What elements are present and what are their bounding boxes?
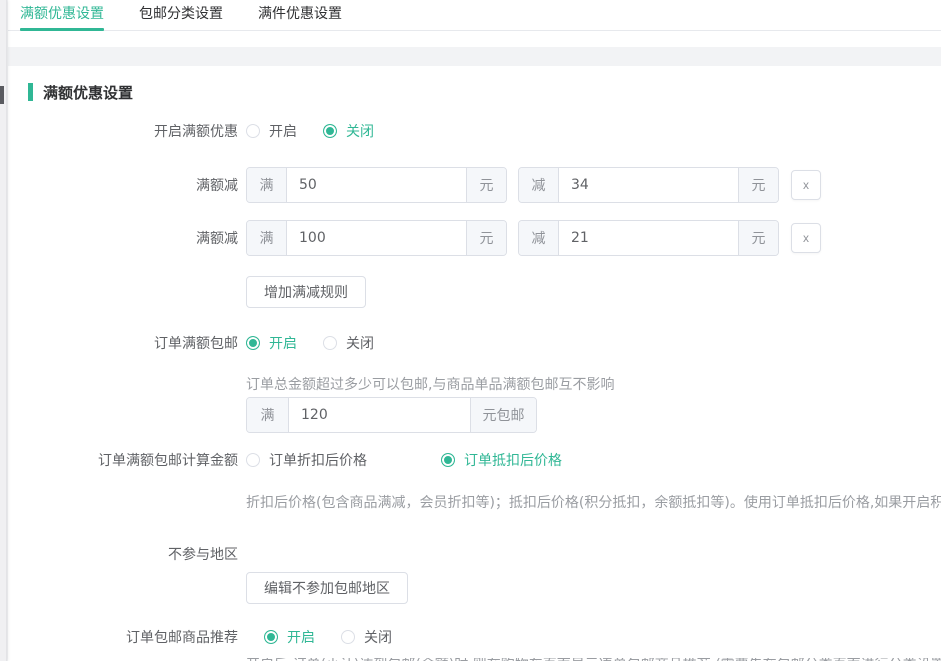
order-free-shipping-row: 订单满额包邮 开启 关闭 bbox=[8, 329, 941, 357]
calc-discounted-price-radio[interactable]: 订单折扣后价格 bbox=[246, 450, 367, 470]
recommend-on-radio[interactable]: 开启 bbox=[264, 627, 315, 647]
calc-amount-row: 订单满额包邮计算金额 订单折扣后价格 订单抵扣后价格 bbox=[8, 446, 941, 474]
section-title: 满额优惠设置 bbox=[28, 83, 941, 101]
rule-discount-input[interactable] bbox=[559, 221, 738, 255]
page-gap bbox=[8, 47, 941, 66]
recommend-off-radio[interactable]: 关闭 bbox=[341, 627, 392, 647]
calc-amount-label: 订单满额包邮计算金额 bbox=[8, 450, 238, 470]
rule-label: 满额减 bbox=[8, 175, 238, 195]
tabs-header: 满额优惠设置 包邮分类设置 满件优惠设置 bbox=[8, 0, 941, 47]
calc-amount-tip-row: 折扣后价格(包含商品满减，会员折扣等)；抵扣后价格(积分抵扣，余额抵扣等)。使用… bbox=[8, 492, 941, 512]
settings-panel: 满额优惠设置 开启满额优惠 开启 关闭 满额减 满 bbox=[8, 66, 941, 661]
order-free-shipping-tip: 订单总金额超过多少可以包邮,与商品单品满额包邮互不影响 bbox=[246, 374, 614, 394]
addon-yuan: 元 bbox=[466, 168, 506, 202]
free-shipping-threshold-input[interactable] bbox=[289, 398, 470, 432]
calc-amount-tip: 折扣后价格(包含商品满减，会员折扣等)；抵扣后价格(积分抵扣，余额抵扣等)。使用… bbox=[246, 492, 941, 512]
radio-circle-icon bbox=[246, 453, 260, 467]
excluded-region-row: 不参与地区 bbox=[8, 544, 941, 564]
sidebar-edge-fragment bbox=[0, 86, 4, 104]
enable-discount-label: 开启满额优惠 bbox=[8, 121, 238, 141]
rule-threshold-group: 满 元 bbox=[246, 220, 507, 256]
excluded-region-button-row: 编辑不参加包邮地区 bbox=[8, 572, 941, 604]
calc-deducted-price-radio[interactable]: 订单抵扣后价格 bbox=[441, 450, 562, 470]
order-free-shipping-on-radio[interactable]: 开启 bbox=[246, 333, 297, 353]
rule-row: 满额减 满 元 减 元 x bbox=[8, 167, 941, 203]
remove-rule-button[interactable]: x bbox=[791, 223, 821, 253]
order-free-shipping-label: 订单满额包邮 bbox=[8, 333, 238, 353]
tab-full-amount-discount[interactable]: 满额优惠设置 bbox=[20, 7, 104, 30]
radio-circle-icon bbox=[441, 453, 455, 467]
rule-row: 满额减 满 元 减 元 x bbox=[8, 220, 941, 256]
remove-rule-button[interactable]: x bbox=[791, 170, 821, 200]
enable-discount-off-radio[interactable]: 关闭 bbox=[323, 121, 374, 141]
radio-circle-icon bbox=[323, 124, 337, 138]
excluded-region-label: 不参与地区 bbox=[8, 544, 238, 564]
tab-full-quantity-discount[interactable]: 满件优惠设置 bbox=[258, 7, 342, 30]
addon-jian: 减 bbox=[519, 221, 559, 255]
free-shipping-threshold-group: 满 元包邮 bbox=[246, 397, 537, 433]
rule-discount-input[interactable] bbox=[559, 168, 738, 202]
addon-jian: 减 bbox=[519, 168, 559, 202]
addon-man: 满 bbox=[247, 221, 287, 255]
recommend-label: 订单包邮商品推荐 bbox=[8, 627, 238, 647]
radio-circle-icon bbox=[341, 630, 355, 644]
free-shipping-threshold-row: 满 元包邮 bbox=[8, 397, 941, 433]
addon-yuan: 元 bbox=[466, 221, 506, 255]
radio-circle-icon bbox=[246, 124, 260, 138]
main-area: 满额优惠设置 包邮分类设置 满件优惠设置 满额优惠设置 开启满额优惠 开启 关闭 bbox=[8, 0, 941, 661]
tab-free-shipping-category[interactable]: 包邮分类设置 bbox=[139, 7, 223, 30]
radio-circle-icon bbox=[264, 630, 278, 644]
addon-yuan-baoyou: 元包邮 bbox=[470, 398, 536, 432]
addon-man: 满 bbox=[247, 398, 289, 432]
addon-yuan: 元 bbox=[738, 221, 778, 255]
section-title-text: 满额优惠设置 bbox=[43, 82, 133, 103]
rule-discount-group: 减 元 bbox=[518, 220, 779, 256]
rule-discount-group: 减 元 bbox=[518, 167, 779, 203]
addon-man: 满 bbox=[247, 168, 287, 202]
enable-discount-on-radio[interactable]: 开启 bbox=[246, 121, 297, 141]
rule-threshold-input[interactable] bbox=[287, 221, 466, 255]
radio-circle-icon bbox=[246, 336, 260, 350]
tab-bar: 满额优惠设置 包邮分类设置 满件优惠设置 bbox=[8, 0, 941, 31]
radio-circle-icon bbox=[323, 336, 337, 350]
addon-yuan: 元 bbox=[738, 168, 778, 202]
add-rule-button[interactable]: 增加满减规则 bbox=[246, 276, 366, 308]
rule-label: 满额减 bbox=[8, 228, 238, 248]
order-free-shipping-tip-row: 订单总金额超过多少可以包邮,与商品单品满额包邮互不影响 bbox=[8, 374, 941, 394]
rule-threshold-input[interactable] bbox=[287, 168, 466, 202]
edit-excluded-region-button[interactable]: 编辑不参加包邮地区 bbox=[246, 572, 408, 604]
add-rule-row: 增加满减规则 bbox=[8, 276, 941, 308]
enable-discount-row: 开启满额优惠 开启 关闭 bbox=[8, 117, 941, 145]
recommend-row: 订单包邮商品推荐 开启 关闭 bbox=[8, 623, 941, 651]
order-free-shipping-off-radio[interactable]: 关闭 bbox=[323, 333, 374, 353]
rule-threshold-group: 满 元 bbox=[246, 167, 507, 203]
section-accent-bar bbox=[28, 83, 33, 101]
page-left-gutter bbox=[0, 0, 7, 661]
